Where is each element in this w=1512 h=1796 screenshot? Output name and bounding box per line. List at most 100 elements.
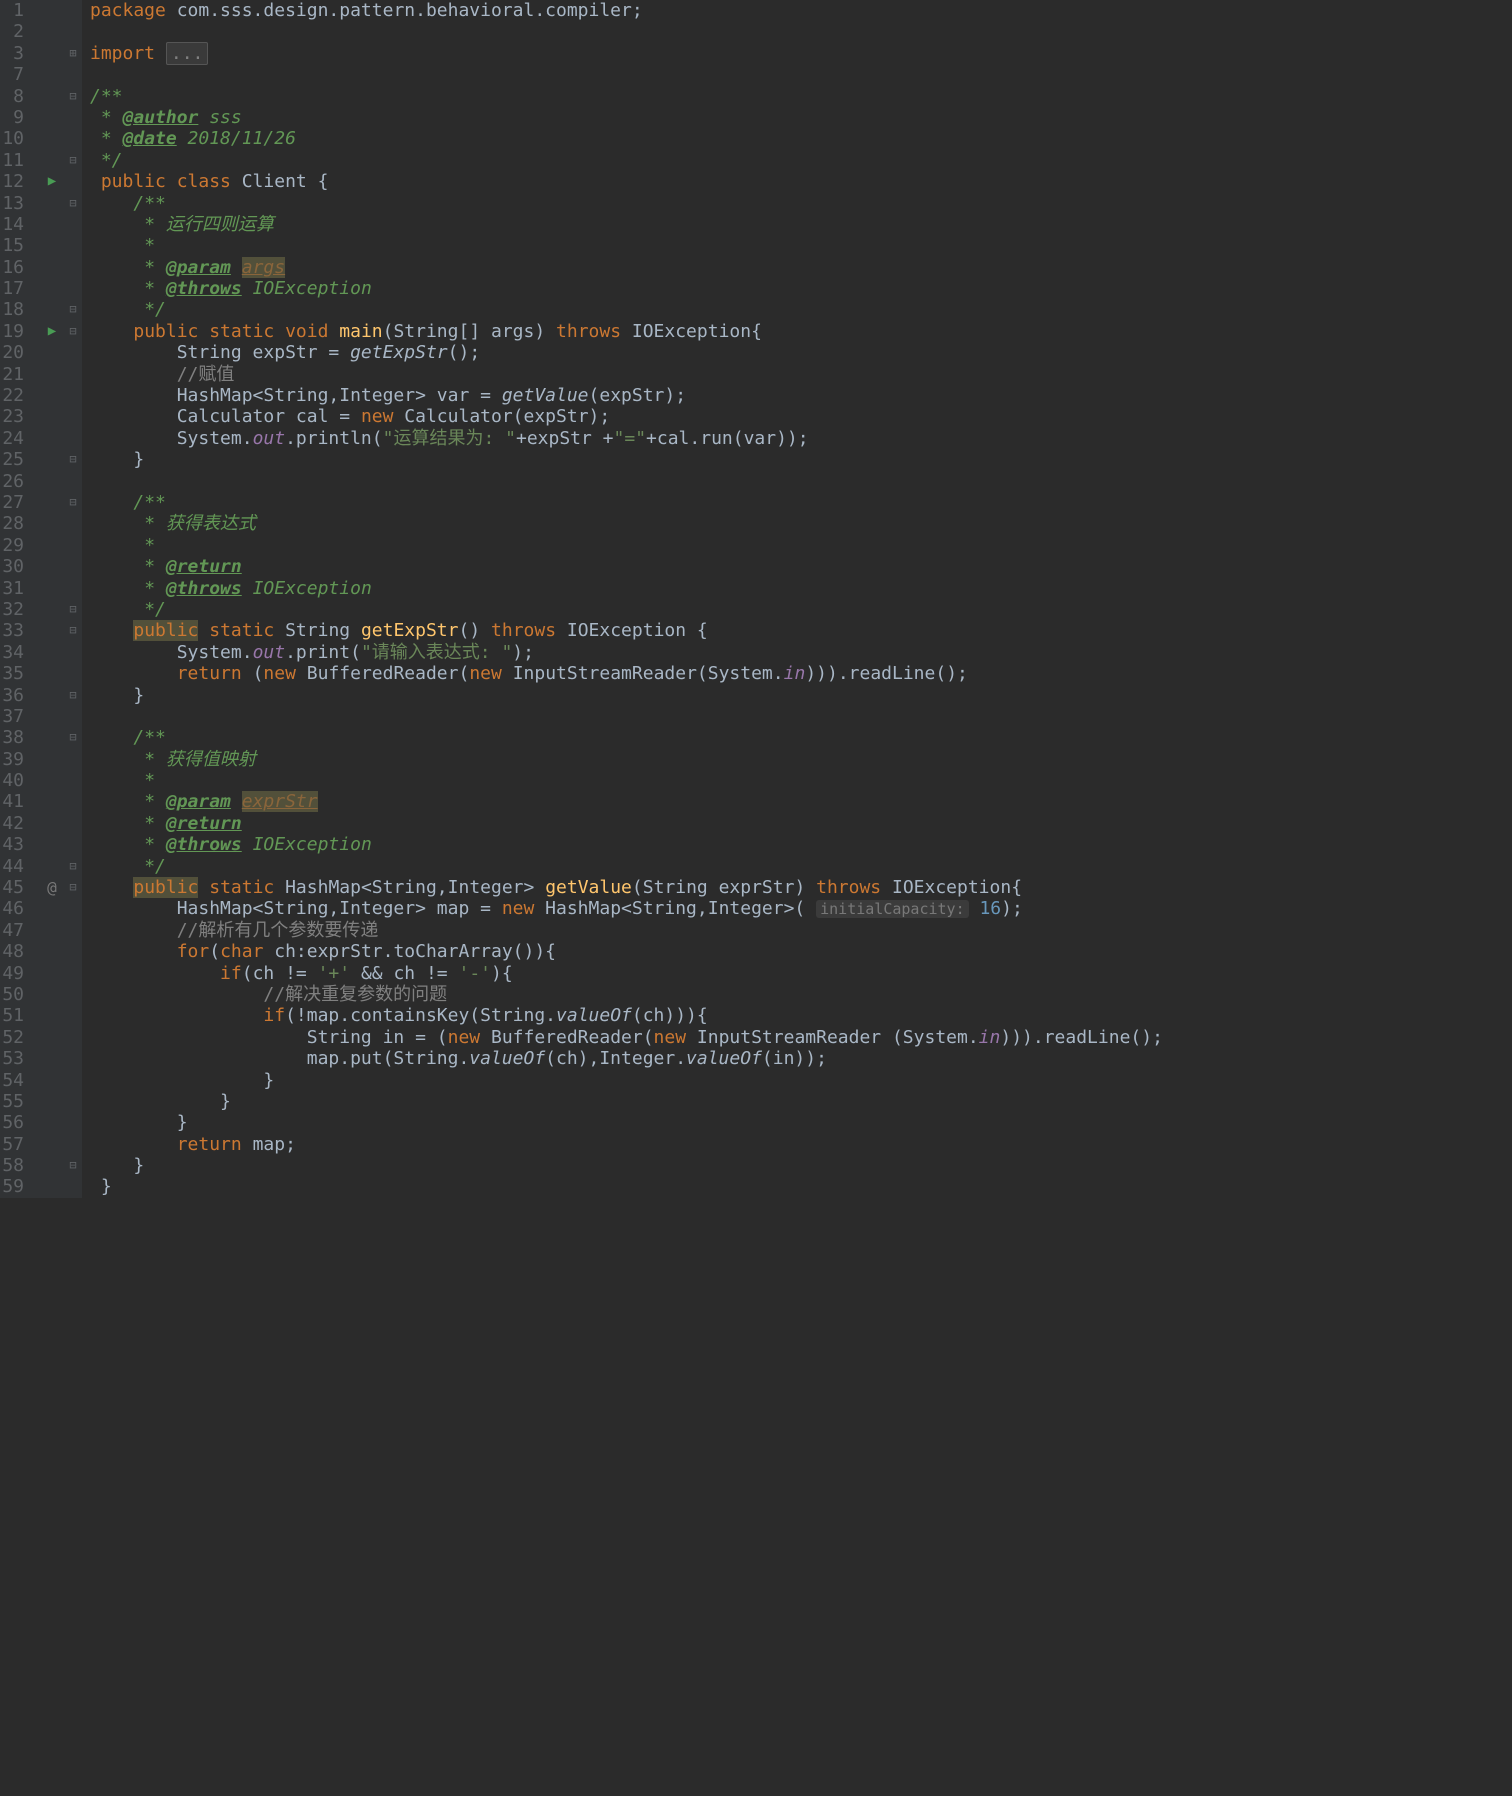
- fold-toggle[interactable]: ⊟: [64, 685, 82, 706]
- code-line[interactable]: /**: [90, 727, 1512, 748]
- line-number[interactable]: 40: [0, 770, 32, 791]
- code-line[interactable]: * @throws IOException: [90, 834, 1512, 855]
- code-line[interactable]: //解决重复参数的问题: [90, 984, 1512, 1005]
- line-number[interactable]: 18: [0, 299, 32, 320]
- fold-toggle[interactable]: ⊟: [64, 150, 82, 171]
- fold-toggle[interactable]: ⊟: [64, 86, 82, 107]
- line-number[interactable]: 30: [0, 556, 32, 577]
- code-line[interactable]: * @return: [90, 813, 1512, 834]
- code-line[interactable]: public static void main(String[] args) t…: [90, 321, 1512, 342]
- code-line[interactable]: return map;: [90, 1134, 1512, 1155]
- code-line[interactable]: }: [90, 1070, 1512, 1091]
- code-line[interactable]: [90, 21, 1512, 42]
- code-line[interactable]: Calculator cal = new Calculator(expStr);: [90, 406, 1512, 427]
- line-number[interactable]: 57: [0, 1134, 32, 1155]
- code-line[interactable]: }: [90, 1091, 1512, 1112]
- code-line[interactable]: }: [90, 1112, 1512, 1133]
- line-number[interactable]: 28: [0, 513, 32, 534]
- fold-toggle[interactable]: ⊟: [64, 193, 82, 214]
- line-number[interactable]: 8: [0, 86, 32, 107]
- line-number[interactable]: 3: [0, 43, 32, 64]
- code-line[interactable]: HashMap<String,Integer> var = getValue(e…: [90, 385, 1512, 406]
- line-number[interactable]: 39: [0, 749, 32, 770]
- code-line[interactable]: if(ch != '+' && ch != '-'){: [90, 963, 1512, 984]
- line-number[interactable]: 42: [0, 813, 32, 834]
- line-number[interactable]: 9: [0, 107, 32, 128]
- line-number[interactable]: 23: [0, 406, 32, 427]
- line-number[interactable]: 11: [0, 150, 32, 171]
- run-marker-icon[interactable]: ▶: [40, 171, 64, 192]
- line-number[interactable]: 44: [0, 856, 32, 877]
- fold-toggle[interactable]: ⊞: [64, 43, 82, 64]
- line-number[interactable]: 25: [0, 449, 32, 470]
- folded-region[interactable]: ...: [166, 42, 209, 65]
- code-line[interactable]: * 运行四则运算: [90, 214, 1512, 235]
- line-number[interactable]: 54: [0, 1070, 32, 1091]
- line-number[interactable]: 45: [0, 877, 32, 898]
- line-number[interactable]: 16: [0, 257, 32, 278]
- line-number[interactable]: 22: [0, 385, 32, 406]
- code-line[interactable]: /**: [90, 193, 1512, 214]
- fold-toggle[interactable]: ⊟: [64, 599, 82, 620]
- code-line[interactable]: *: [90, 235, 1512, 256]
- code-line[interactable]: *: [90, 770, 1512, 791]
- code-line[interactable]: * @return: [90, 556, 1512, 577]
- code-line[interactable]: }: [90, 685, 1512, 706]
- line-number[interactable]: 27: [0, 492, 32, 513]
- run-marker-icon[interactable]: ▶: [40, 321, 64, 342]
- line-number[interactable]: 2: [0, 21, 32, 42]
- line-number[interactable]: 15: [0, 235, 32, 256]
- code-line[interactable]: if(!map.containsKey(String.valueOf(ch)))…: [90, 1005, 1512, 1026]
- code-line[interactable]: */: [90, 599, 1512, 620]
- fold-toggle[interactable]: ⊟: [64, 299, 82, 320]
- line-number[interactable]: 34: [0, 642, 32, 663]
- line-number[interactable]: 49: [0, 963, 32, 984]
- code-line[interactable]: * @param exprStr: [90, 791, 1512, 812]
- fold-toggle[interactable]: ⊟: [64, 620, 82, 641]
- code-line[interactable]: [90, 64, 1512, 85]
- fold-toggle[interactable]: ⊟: [64, 492, 82, 513]
- code-line[interactable]: System.out.print("请输入表达式: ");: [90, 642, 1512, 663]
- code-line[interactable]: */: [90, 856, 1512, 877]
- fold-toggle[interactable]: ⊟: [64, 321, 82, 342]
- code-line[interactable]: [90, 706, 1512, 727]
- line-number[interactable]: 36: [0, 685, 32, 706]
- line-number[interactable]: 56: [0, 1112, 32, 1133]
- line-number[interactable]: 38: [0, 727, 32, 748]
- line-number[interactable]: 19: [0, 321, 32, 342]
- line-number[interactable]: 14: [0, 214, 32, 235]
- fold-toggle[interactable]: ⊟: [64, 856, 82, 877]
- line-number[interactable]: 32: [0, 599, 32, 620]
- line-number[interactable]: 12: [0, 171, 32, 192]
- code-line[interactable]: * @throws IOException: [90, 278, 1512, 299]
- code-line[interactable]: */: [90, 150, 1512, 171]
- line-number[interactable]: 26: [0, 471, 32, 492]
- line-number[interactable]: 46: [0, 898, 32, 919]
- code-line[interactable]: * @param args: [90, 257, 1512, 278]
- code-line[interactable]: public static HashMap<String,Integer> ge…: [90, 877, 1512, 898]
- code-line[interactable]: [90, 471, 1512, 492]
- line-number[interactable]: 55: [0, 1091, 32, 1112]
- fold-column[interactable]: ⊞⊟⊟⊟⊟⊟⊟⊟⊟⊟⊟⊟⊟⊟⊟: [64, 0, 82, 1198]
- code-area[interactable]: package com.sss.design.pattern.behaviora…: [82, 0, 1512, 1198]
- code-line[interactable]: package com.sss.design.pattern.behaviora…: [90, 0, 1512, 21]
- code-line[interactable]: * 获得值映射: [90, 749, 1512, 770]
- line-number[interactable]: 1: [0, 0, 32, 21]
- line-number[interactable]: 31: [0, 578, 32, 599]
- marker-column[interactable]: ▶ ▶ @: [40, 0, 64, 1198]
- code-line[interactable]: */: [90, 299, 1512, 320]
- code-line[interactable]: * @throws IOException: [90, 578, 1512, 599]
- code-line[interactable]: map.put(String.valueOf(ch),Integer.value…: [90, 1048, 1512, 1069]
- line-number[interactable]: 52: [0, 1027, 32, 1048]
- code-line[interactable]: * @date 2018/11/26: [90, 128, 1512, 149]
- line-number[interactable]: 37: [0, 706, 32, 727]
- fold-toggle[interactable]: ⊟: [64, 1155, 82, 1176]
- code-line[interactable]: //赋值: [90, 364, 1512, 385]
- code-line[interactable]: String in = (new BufferedReader(new Inpu…: [90, 1027, 1512, 1048]
- code-line[interactable]: public static String getExpStr() throws …: [90, 620, 1512, 641]
- code-line[interactable]: }: [90, 1155, 1512, 1176]
- line-number[interactable]: 20: [0, 342, 32, 363]
- line-number[interactable]: 29: [0, 535, 32, 556]
- annotation-marker-icon[interactable]: @: [40, 877, 64, 898]
- line-number[interactable]: 43: [0, 834, 32, 855]
